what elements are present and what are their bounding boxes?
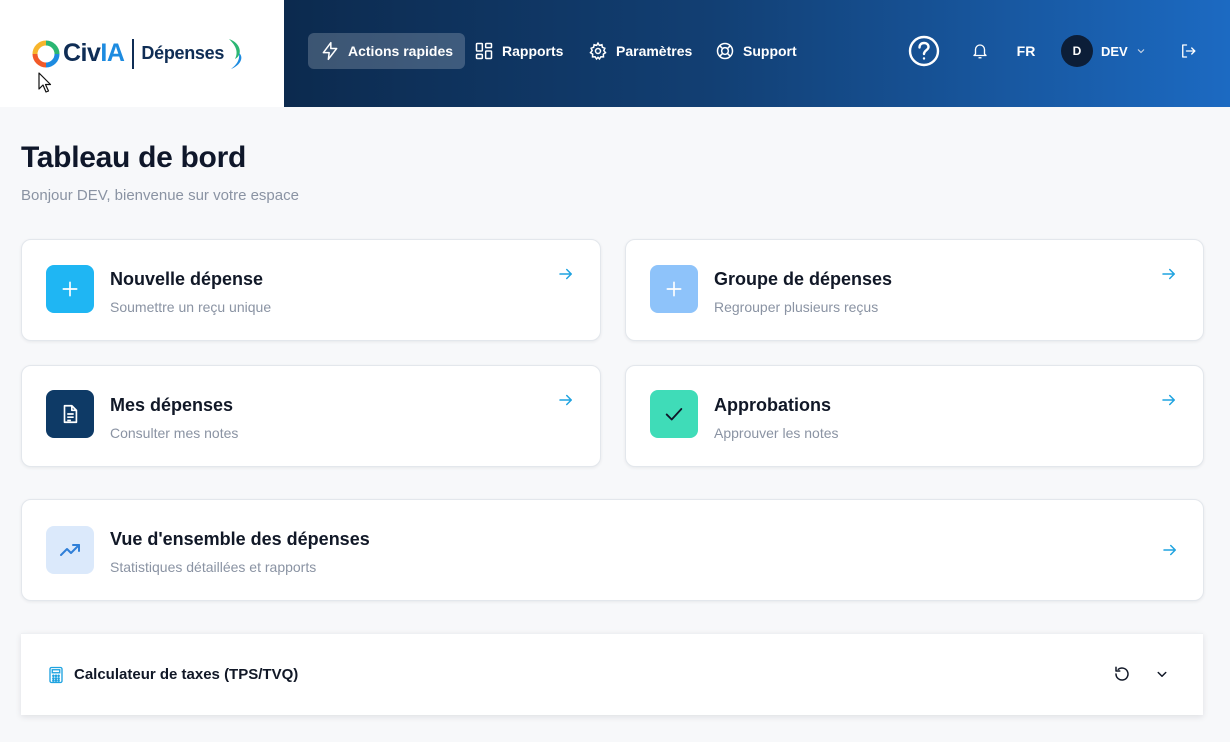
arrow-right-icon bbox=[559, 394, 572, 406]
help-button[interactable] bbox=[908, 35, 940, 67]
user-name: DEV bbox=[1101, 43, 1128, 59]
main-nav: Actions rapides Rapports Paramètres Supp… bbox=[284, 0, 1230, 107]
logo-separator bbox=[132, 38, 135, 69]
card-approbations[interactable]: Approbations Approuver les notes bbox=[625, 365, 1204, 467]
card-icon-tile bbox=[46, 390, 94, 438]
card-description: Regrouper plusieurs reçus bbox=[714, 299, 879, 315]
card-icon-tile bbox=[46, 265, 94, 313]
card-description: Soumettre un reçu unique bbox=[110, 299, 272, 315]
refresh-icon bbox=[1115, 666, 1129, 681]
logo-product-text: Dépenses bbox=[141, 43, 225, 63]
card-description: Consulter mes notes bbox=[110, 425, 239, 441]
language-label: FR bbox=[1016, 43, 1036, 59]
page-subtitle: Bonjour DEV, bienvenue sur votre espace bbox=[21, 187, 299, 204]
nav-label: Support bbox=[743, 43, 797, 59]
check-icon bbox=[665, 408, 683, 421]
tax-calculator-panel[interactable]: Calculateur de taxes (TPS/TVQ) bbox=[21, 633, 1203, 715]
notifications-button[interactable] bbox=[970, 41, 990, 61]
top-header: CivIA Dépenses Actions rapides Rapports bbox=[0, 0, 1230, 107]
page-title: Tableau de bord bbox=[21, 141, 246, 174]
card-description: Statistiques détaillées et rapports bbox=[110, 559, 317, 575]
document-icon bbox=[63, 404, 78, 424]
arrow-right-icon bbox=[1162, 394, 1175, 406]
nav-label: Rapports bbox=[502, 43, 564, 59]
nav-support[interactable]: Support bbox=[715, 33, 797, 69]
card-mes-depenses[interactable]: Mes dépenses Consulter mes notes bbox=[21, 365, 601, 467]
card-title: Groupe de dépenses bbox=[714, 269, 893, 289]
nav-actions-rapides[interactable]: Actions rapides bbox=[308, 33, 466, 69]
nav-label: Actions rapides bbox=[348, 43, 454, 59]
nav-label: Paramètres bbox=[616, 43, 693, 59]
calculator-icon bbox=[49, 666, 63, 684]
card-groupe-depenses[interactable]: Groupe de dépenses Regrouper plusieurs r… bbox=[625, 239, 1204, 341]
trend-up-icon bbox=[60, 544, 80, 556]
nav-rapports[interactable]: Rapports bbox=[474, 33, 563, 69]
expand-button[interactable] bbox=[1153, 665, 1173, 685]
language-selector[interactable]: FR bbox=[1014, 41, 1038, 61]
card-title: Approbations bbox=[714, 395, 831, 415]
tax-calculator-title: Calculateur de taxes (TPS/TVQ) bbox=[74, 666, 299, 683]
leaf-icon bbox=[229, 38, 242, 69]
card-description: Approuver les notes bbox=[714, 425, 839, 441]
gear-icon bbox=[589, 41, 607, 61]
card-icon-tile bbox=[650, 265, 698, 313]
card-title: Mes dépenses bbox=[110, 395, 234, 415]
nav-parametres[interactable]: Paramètres bbox=[588, 33, 692, 69]
user-menu[interactable]: D DEV bbox=[1061, 35, 1147, 67]
plus-icon bbox=[62, 281, 78, 297]
grid-icon bbox=[475, 42, 493, 60]
arrow-right-icon bbox=[1162, 268, 1175, 280]
help-circle-icon bbox=[908, 35, 940, 67]
chevron-down-icon bbox=[1137, 49, 1145, 54]
logout-icon bbox=[1182, 44, 1196, 58]
app-logo[interactable]: Civ IA Dépenses bbox=[32, 37, 245, 71]
bolt-icon bbox=[322, 41, 338, 61]
plus-icon bbox=[666, 281, 682, 297]
card-icon-tile bbox=[650, 390, 698, 438]
arrow-right-icon bbox=[1163, 544, 1176, 556]
avatar-initial: D bbox=[1072, 44, 1082, 58]
chevron-down-icon bbox=[1157, 671, 1167, 677]
logo-ia-text: IA bbox=[100, 39, 125, 67]
brand-area: Civ IA Dépenses bbox=[0, 0, 284, 107]
card-nouvelle-depense[interactable]: Nouvelle dépense Soumettre un reçu uniqu… bbox=[21, 239, 601, 341]
arrow-right-icon bbox=[559, 268, 572, 280]
mouse-cursor-icon bbox=[38, 72, 52, 93]
card-title: Vue d'ensemble des dépenses bbox=[110, 529, 370, 549]
reset-button[interactable] bbox=[1113, 665, 1133, 685]
bell-icon bbox=[973, 44, 987, 59]
logout-button[interactable] bbox=[1178, 41, 1198, 61]
card-title: Nouvelle dépense bbox=[110, 269, 264, 289]
logo-ring-icon bbox=[32, 40, 60, 67]
logo-civ-text: Civ bbox=[63, 39, 101, 67]
card-icon-tile bbox=[46, 526, 94, 574]
card-vue-ensemble[interactable]: Vue d'ensemble des dépenses Statistiques… bbox=[21, 499, 1204, 601]
lifebuoy-icon bbox=[716, 42, 734, 60]
avatar: D bbox=[1061, 35, 1093, 67]
